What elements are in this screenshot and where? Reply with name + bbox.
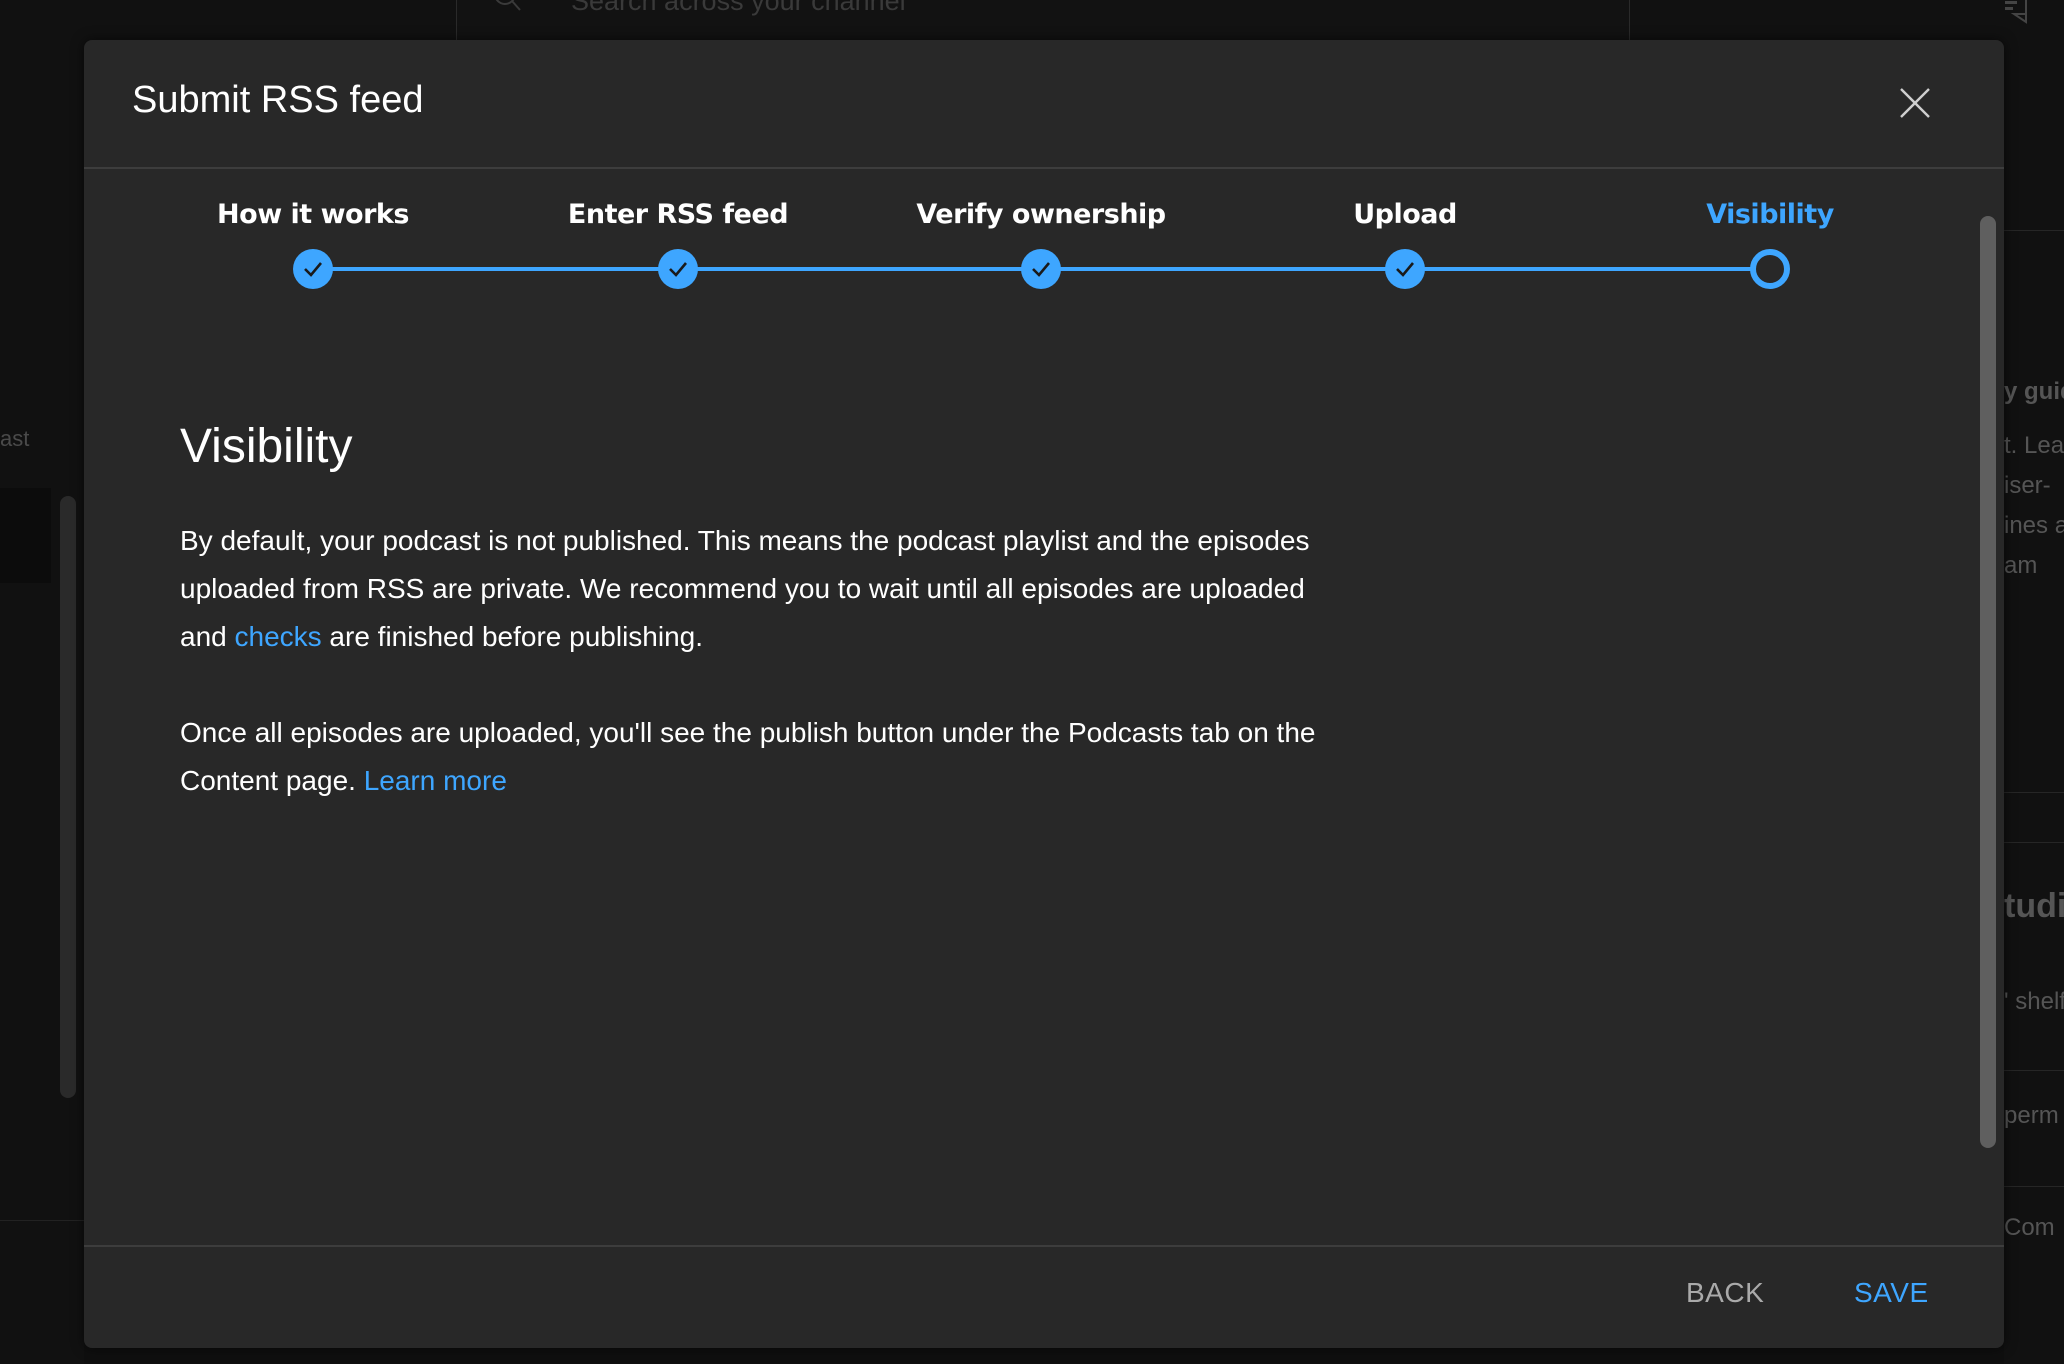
- step-dot-completed[interactable]: [293, 249, 333, 289]
- dialog-body: How it works Enter RSS feed Verify owner…: [84, 169, 2004, 1287]
- search-placeholder: Search across your channel: [571, 0, 906, 16]
- background-divider: [2004, 1186, 2064, 1187]
- background-text: ' shelf: [2004, 988, 2064, 1015]
- background-text: Com: [2004, 1214, 2055, 1241]
- dialog-header: Submit RSS feed: [84, 40, 2004, 169]
- stepper: How it works Enter RSS feed Verify owner…: [84, 169, 2004, 319]
- paragraph-default-unpublished: By default, your podcast is not publishe…: [180, 517, 1320, 661]
- learn-more-link[interactable]: Learn more: [364, 765, 507, 796]
- background-selected-item: [0, 488, 51, 583]
- step-label: Upload: [1353, 199, 1457, 230]
- background-left-panel: ast: [0, 72, 84, 1364]
- feedback-icon[interactable]: [1996, 0, 2030, 28]
- background-divider: [2004, 792, 2064, 793]
- step-dot-completed[interactable]: [1385, 249, 1425, 289]
- check-icon: [669, 262, 687, 277]
- step-dot-completed[interactable]: [1021, 249, 1061, 289]
- dialog-scrollbar[interactable]: [1980, 216, 1996, 1148]
- background-text: tudio: [2004, 887, 2064, 925]
- dialog-title: Submit RSS feed: [132, 79, 424, 121]
- close-icon: [1900, 88, 1930, 118]
- save-button[interactable]: SAVE: [1854, 1277, 1929, 1309]
- paragraph-text: are finished before publishing.: [321, 621, 704, 652]
- paragraph-publish-info: Once all episodes are uploaded, you'll s…: [180, 709, 1320, 805]
- background-text: iser-: [2004, 472, 2051, 499]
- background-right-panel: y guid t. Lea iser- ines a am tudio ' sh…: [2004, 72, 2064, 1364]
- background-text: t. Lea: [2004, 432, 2064, 459]
- background-divider: [2004, 1070, 2064, 1071]
- step-dot-current[interactable]: [1750, 249, 1790, 289]
- background-text: am: [2004, 552, 2038, 579]
- search-icon: [495, 0, 521, 11]
- dialog-footer: BACK SAVE: [84, 1245, 2004, 1348]
- visibility-content: Visibility By default, your podcast is n…: [180, 417, 1320, 805]
- step-dot-completed[interactable]: [658, 249, 698, 289]
- step-label: How it works: [217, 199, 409, 230]
- background-text: perm: [2004, 1102, 2059, 1129]
- check-icon: [304, 262, 322, 277]
- check-icon: [1032, 262, 1050, 277]
- background-left-text: ast: [0, 426, 30, 451]
- close-button[interactable]: [1894, 82, 1936, 124]
- checks-link[interactable]: checks: [235, 621, 322, 652]
- submit-rss-dialog: Submit RSS feed How it works Enter RSS f…: [84, 40, 2004, 1348]
- step-label: Verify ownership: [916, 199, 1166, 230]
- paragraph-text: Once all episodes are uploaded, you'll s…: [180, 717, 1316, 796]
- section-heading: Visibility: [180, 420, 353, 473]
- background-divider: [2004, 230, 2064, 231]
- step-label: Enter RSS feed: [567, 199, 789, 230]
- check-icon: [1396, 262, 1414, 277]
- step-label: Visibility: [1706, 199, 1834, 230]
- background-text: ines a: [2004, 512, 2064, 539]
- background-text: y guid: [2004, 378, 2064, 405]
- back-button[interactable]: BACK: [1686, 1277, 1764, 1309]
- background-scrollbar[interactable]: [60, 496, 76, 1098]
- background-divider: [0, 1220, 84, 1221]
- background-divider: [2004, 842, 2064, 843]
